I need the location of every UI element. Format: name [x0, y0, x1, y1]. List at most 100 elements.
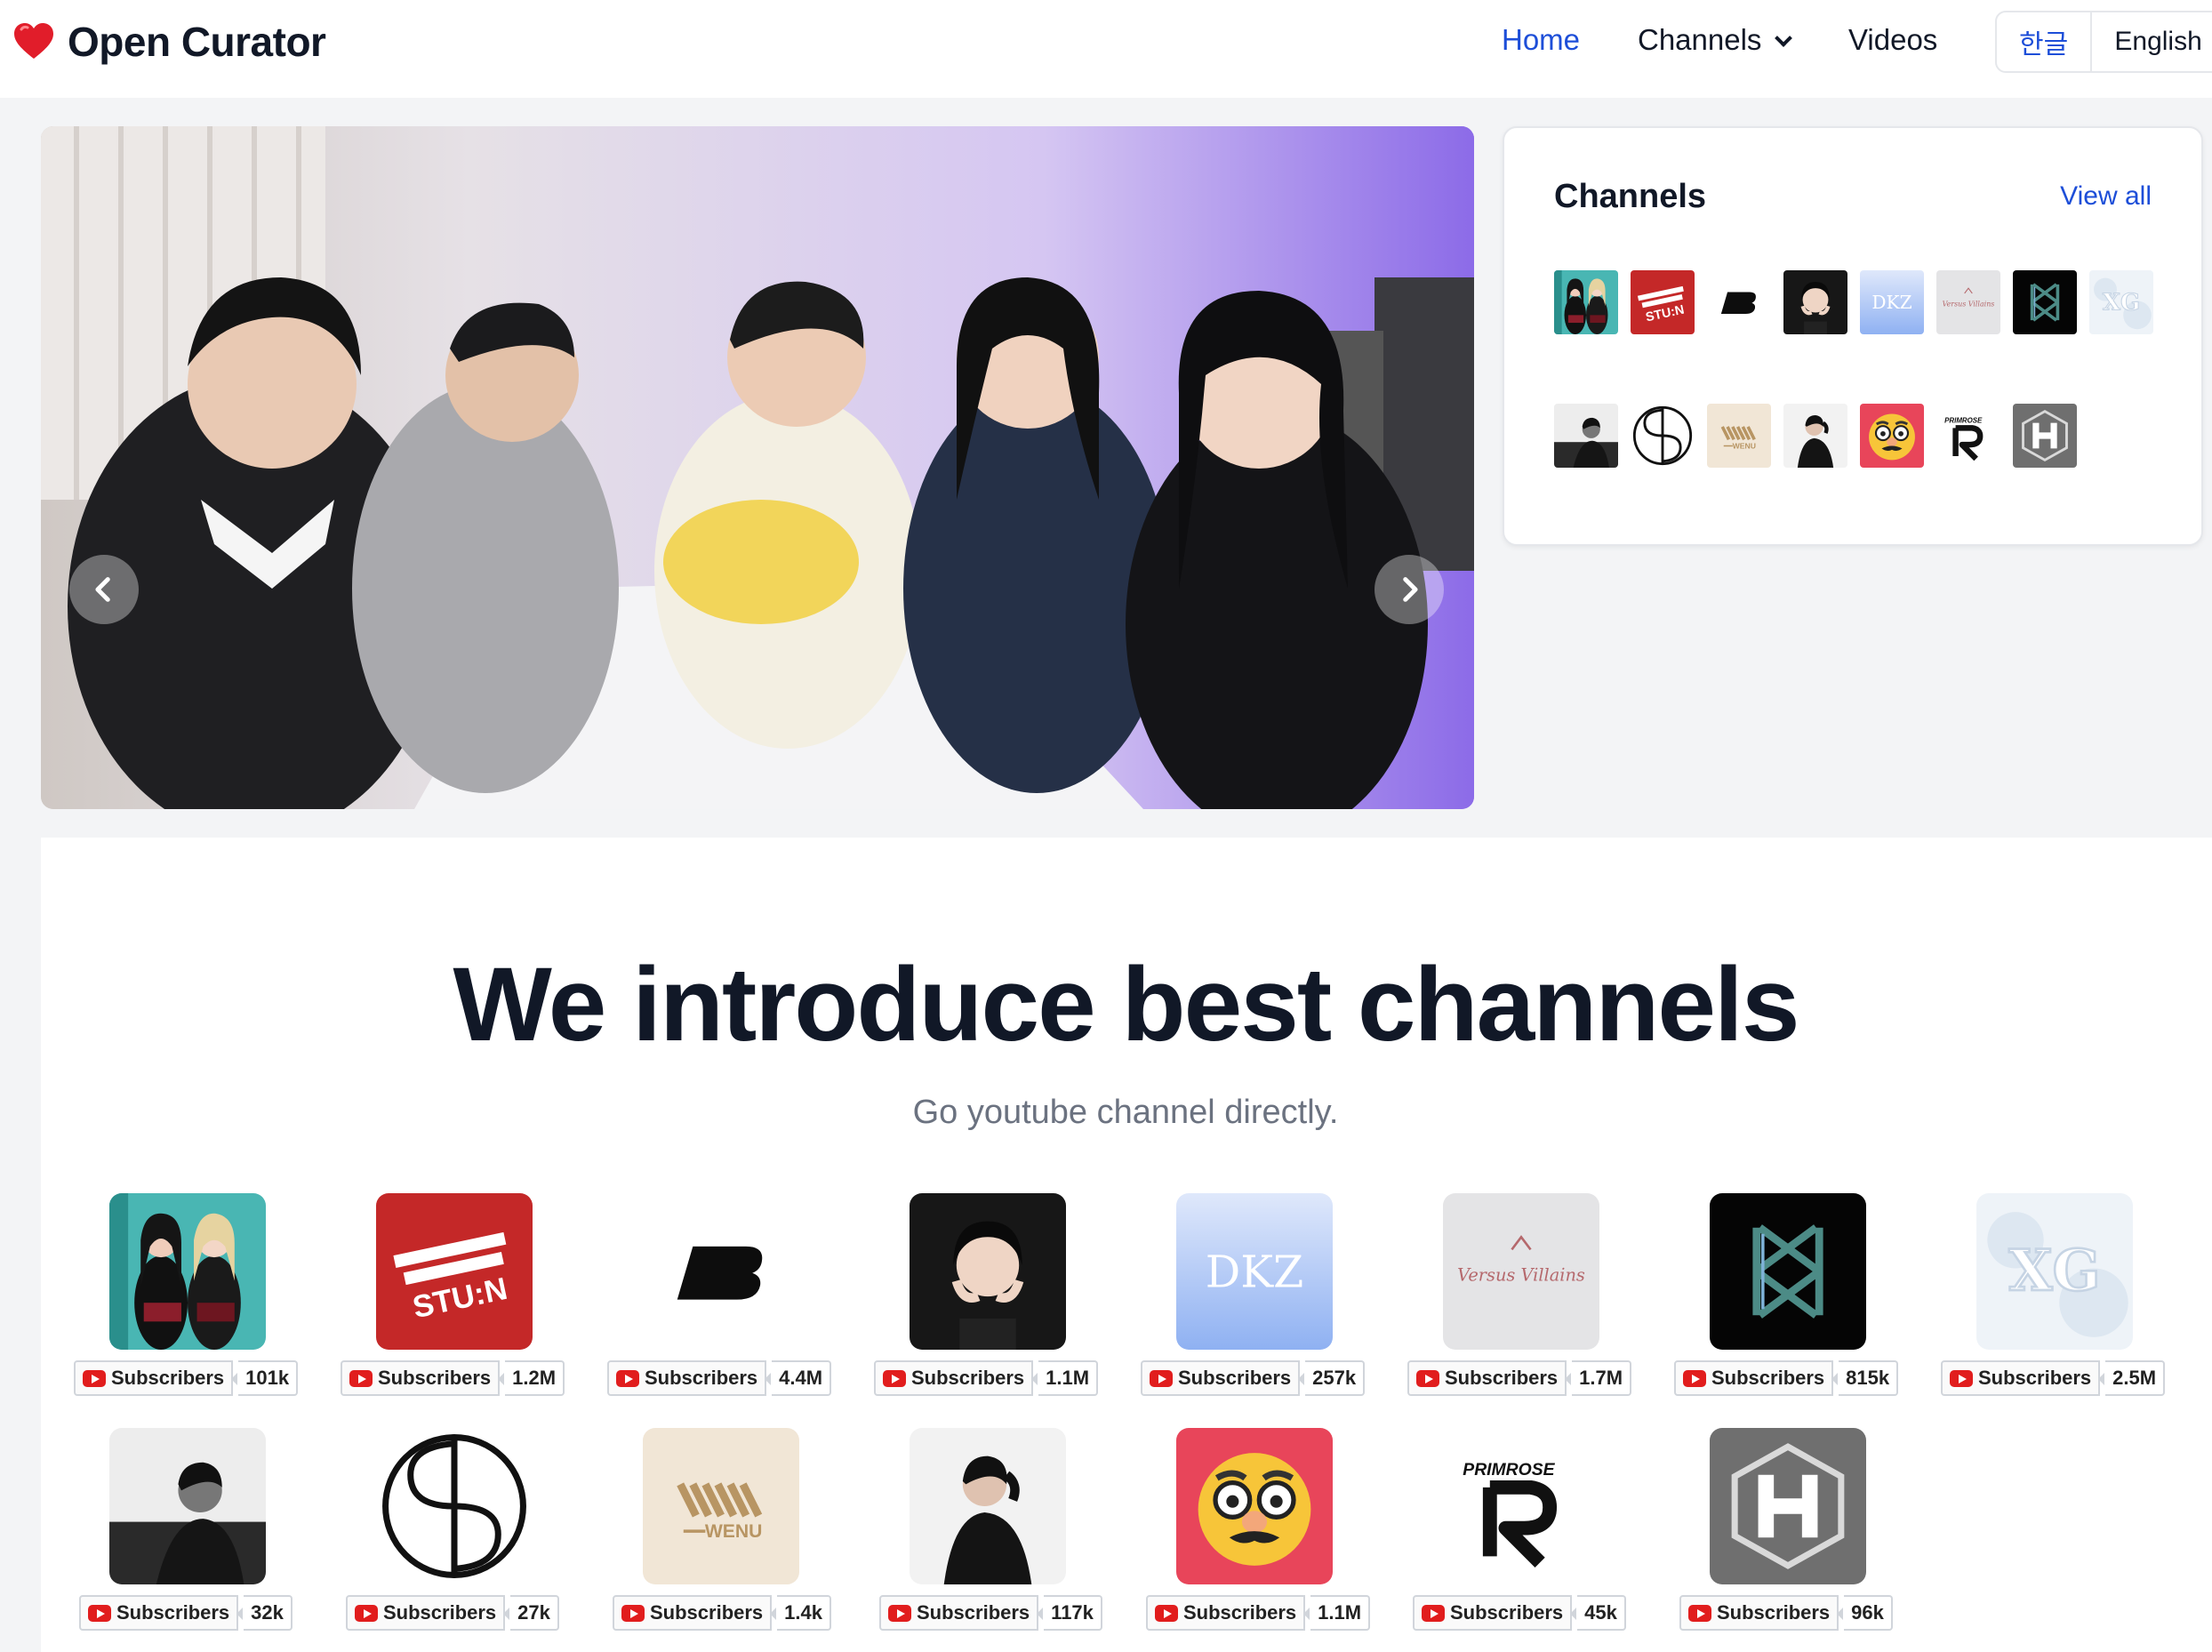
dkz-logo-icon: DKZ [1860, 270, 1924, 334]
channel-card: Subscribers 32k [74, 1428, 314, 1641]
channel-logo[interactable] [910, 1193, 1066, 1350]
subscribers-badge[interactable]: Subscribers 815k [1674, 1360, 1899, 1396]
channel-logo[interactable] [910, 1428, 1066, 1584]
channel-mini-logo[interactable]: DKZ [1860, 270, 1924, 334]
svg-text:XG: XG [2103, 290, 2140, 317]
channel-mini-logo[interactable]: WENU [1707, 404, 1771, 468]
nav-channels[interactable]: Channels [1638, 23, 1793, 57]
carousel-prev-button[interactable] [69, 555, 139, 624]
svg-text:PRIMROSE: PRIMROSE [1463, 1460, 1555, 1480]
channel-logo[interactable]: Versus Villains [1443, 1193, 1599, 1350]
site-logo[interactable]: Open Curator [12, 18, 326, 66]
nav-home[interactable]: Home [1502, 23, 1580, 57]
subscribers-label: Subscribers [1674, 1360, 1834, 1396]
channel-mini-logo[interactable] [2013, 270, 2077, 334]
hero-carousel[interactable] [41, 126, 1474, 809]
channel-mini-logo[interactable] [1554, 270, 1618, 334]
subscribers-badge[interactable]: Subscribers 257k [1141, 1360, 1366, 1396]
subscribers-badge[interactable]: Subscribers 4.4M [607, 1360, 832, 1396]
subscribers-label: Subscribers [874, 1360, 1034, 1396]
channel-logo[interactable] [1710, 1428, 1866, 1584]
subscribers-badge[interactable]: Subscribers 27k [346, 1595, 559, 1631]
subscribers-badge[interactable]: Subscribers 101k [74, 1360, 299, 1396]
nav-videos[interactable]: Videos [1848, 23, 1937, 57]
channel-card: Subscribers 815k [1674, 1193, 1914, 1407]
channel-mini-logo[interactable] [1783, 404, 1847, 468]
man-profile-portrait-icon [1783, 404, 1847, 468]
subscribers-badge[interactable]: Subscribers 1.4k [613, 1595, 831, 1631]
channel-mini-logo[interactable] [2013, 404, 2077, 468]
channel-logo[interactable] [643, 1193, 799, 1350]
channel-logo[interactable]: WENU [643, 1428, 799, 1584]
red-stuin-logo-icon: STU:N [1631, 270, 1695, 334]
channel-mini-logo[interactable]: Versus Villains [1936, 270, 2000, 334]
subscribers-label: Subscribers [1679, 1595, 1839, 1631]
dkz-logo-icon: DKZ [1176, 1193, 1333, 1350]
subscribers-badge[interactable]: Subscribers 1.1M [874, 1360, 1099, 1396]
view-all-link[interactable]: View all [2060, 181, 2152, 212]
youtube-icon [88, 1604, 111, 1622]
chevron-right-icon [1403, 577, 1418, 602]
channel-card: Subscribers 1.1M [1141, 1428, 1381, 1641]
dark-k-logo-icon [1710, 1193, 1866, 1350]
channel-logo[interactable] [1710, 1193, 1866, 1350]
channel-logo[interactable] [376, 1428, 533, 1584]
svg-text:Versus Villains: Versus Villains [1457, 1265, 1585, 1286]
subscriber-count: 32k [236, 1595, 293, 1631]
bw-portrait-icon [109, 1428, 266, 1584]
subscribers-badge[interactable]: Subscribers 1.1M [1146, 1595, 1371, 1631]
channel-mini-logo[interactable] [1554, 404, 1618, 468]
svg-text:PRIMROSE: PRIMROSE [1944, 417, 1983, 425]
subscribers-label: Subscribers [79, 1595, 239, 1631]
subscribers-label: Subscribers [341, 1360, 501, 1396]
girl-group-photo-icon [109, 1193, 266, 1350]
channel-logo[interactable]: XG [1976, 1193, 2133, 1350]
channel-mini-logo[interactable]: STU:N [1631, 270, 1695, 334]
subscribers-badge[interactable]: Subscribers 96k [1679, 1595, 1893, 1631]
subscribers-label: Subscribers [607, 1360, 767, 1396]
chevron-down-icon [1775, 29, 1793, 47]
channel-mini-logo[interactable] [1860, 404, 1924, 468]
channel-card: Subscribers 101k [74, 1193, 314, 1407]
subscribers-badge[interactable]: Subscribers 2.5M [1941, 1360, 2166, 1396]
channel-mini-logo[interactable]: XG [2089, 270, 2153, 334]
primrose-r-logo-icon: PRIMROSE [1936, 404, 2000, 468]
subscribers-badge[interactable]: Subscribers 117k [879, 1595, 1102, 1631]
subscriber-count: 1.1M [1031, 1360, 1099, 1396]
channel-card: XG Subscribers 2.5M [1941, 1193, 2181, 1407]
subscriber-count: 1.7M [1565, 1360, 1632, 1396]
carousel-next-button[interactable] [1374, 555, 1444, 624]
channel-mini-logo[interactable]: PRIMROSE [1936, 404, 2000, 468]
circle-symbol-logo-icon [376, 1428, 533, 1584]
subscriber-count: 2.5M [2098, 1360, 2166, 1396]
youtube-icon [355, 1604, 378, 1622]
channel-logo[interactable]: DKZ [1176, 1193, 1333, 1350]
youtube-icon [1422, 1604, 1445, 1622]
primrose-r-logo-icon: PRIMROSE [1443, 1428, 1599, 1584]
channel-card: Subscribers 4.4M [607, 1193, 847, 1407]
channel-mini-logo[interactable] [1707, 270, 1771, 334]
channel-logo[interactable] [109, 1193, 266, 1350]
subscribers-badge[interactable]: Subscribers 1.7M [1407, 1360, 1632, 1396]
channel-mini-logo[interactable] [1783, 270, 1847, 334]
subscribers-badge[interactable]: Subscribers 32k [79, 1595, 293, 1631]
subscribers-badge[interactable]: Subscribers 45k [1413, 1595, 1626, 1631]
channel-logo[interactable] [1176, 1428, 1333, 1584]
youtube-icon [883, 1369, 906, 1387]
channel-logo[interactable]: STU:N [376, 1193, 533, 1350]
channel-logo[interactable] [109, 1428, 266, 1584]
channel-card: Subscribers 1.1M [874, 1193, 1114, 1407]
lang-korean-button[interactable]: 한글 [1997, 12, 2093, 71]
red-stuin-logo-icon: STU:N [376, 1193, 533, 1350]
xg-ice-logo-icon: XG [1976, 1193, 2133, 1350]
youtube-icon [621, 1604, 645, 1622]
channels-card-title: Channels [1554, 178, 1707, 215]
dark-k-logo-icon [2013, 270, 2077, 334]
lang-english-button[interactable]: English [2092, 12, 2212, 71]
subscribers-badge[interactable]: Subscribers 1.2M [341, 1360, 565, 1396]
subscribers-label: Subscribers [879, 1595, 1039, 1631]
subscribers-label: Subscribers [1413, 1595, 1573, 1631]
woman-portrait-icon [910, 1193, 1066, 1350]
channel-mini-logo[interactable] [1631, 404, 1695, 468]
channel-logo[interactable]: PRIMROSE [1443, 1428, 1599, 1584]
